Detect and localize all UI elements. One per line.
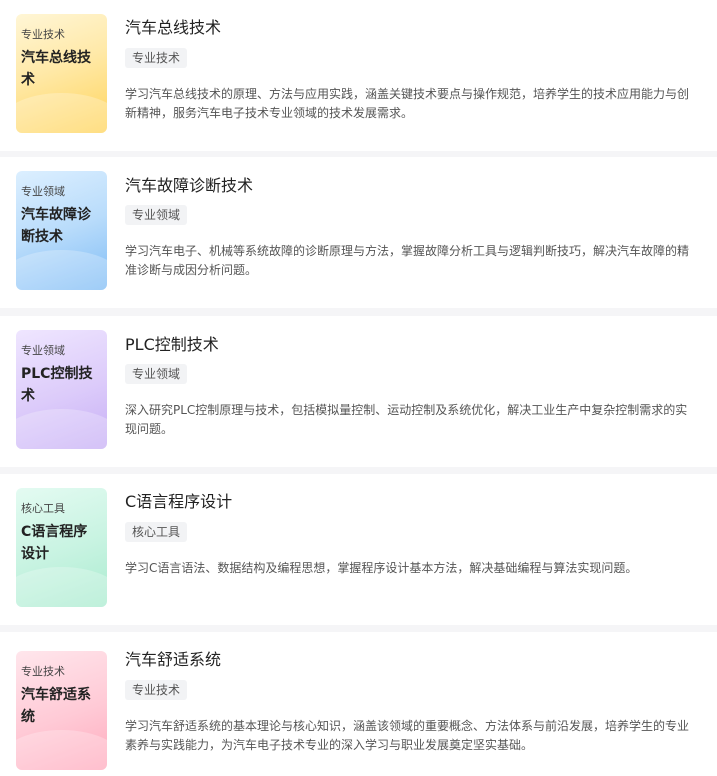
course-title[interactable]: 汽车总线技术 (125, 17, 221, 39)
category-badge: 专业技术 (125, 680, 188, 700)
category-badge: 专业领域 (125, 364, 188, 384)
course-card[interactable]: 核心工具 C语言程序设计 C语言程序设计 核心工具 学习C语言语法、数据结构及编… (0, 474, 717, 625)
course-description: 学习汽车电子、机械等系统故障的诊断原理与方法，掌握故障分析工具与逻辑判断技巧，解… (125, 244, 690, 277)
course-card[interactable]: 专业领域 PLC控制技术 PLC控制技术 专业领域 深入研究PLC控制原理与技术… (0, 316, 717, 467)
thumbnail-title: 汽车总线技术 (21, 50, 91, 88)
course-description: 学习C语言语法、数据结构及编程思想，掌握程序设计基本方法，解决基础编程与算法实现… (125, 561, 638, 575)
category-badge: 核心工具 (125, 522, 188, 542)
course-description: 深入研究PLC控制原理与技术，包括模拟量控制、运动控制及系统优化，解决工业生产中… (125, 403, 688, 436)
course-card[interactable]: 专业技术 汽车总线技术 汽车总线技术 专业技术 学习汽车总线技术的原理、方法与应… (0, 0, 717, 151)
course-card[interactable]: 专业技术 汽车舒适系统 汽车舒适系统 专业技术 学习汽车舒适系统的基本理论与核心… (0, 632, 717, 776)
thumbnail-title: 汽车舒适系统 (21, 687, 91, 725)
thumbnail-title: PLC控制技术 (21, 366, 93, 404)
course-thumbnail[interactable]: 专业领域 PLC控制技术 (16, 330, 107, 449)
course-title[interactable]: C语言程序设计 (125, 491, 232, 513)
course-list: 专业技术 汽车总线技术 汽车总线技术 专业技术 学习汽车总线技术的原理、方法与应… (0, 0, 717, 776)
thumbnail-tag: 专业技术 (21, 28, 65, 41)
category-badge: 专业技术 (125, 48, 188, 68)
course-description: 学习汽车总线技术的原理、方法与应用实践，涵盖关键技术要点与操作规范，培养学生的技… (125, 87, 690, 120)
course-thumbnail[interactable]: 专业技术 汽车舒适系统 (16, 651, 107, 770)
course-card[interactable]: 专业领域 汽车故障诊断技术 汽车故障诊断技术 专业领域 学习汽车电子、机械等系统… (0, 157, 717, 308)
course-thumbnail[interactable]: 专业技术 汽车总线技术 (16, 14, 107, 133)
thumbnail-tag: 专业领域 (21, 344, 65, 357)
thumbnail-tag: 核心工具 (21, 502, 65, 515)
course-description: 学习汽车舒适系统的基本理论与核心知识，涵盖该领域的重要概念、方法体系与前沿发展，… (125, 719, 690, 752)
course-thumbnail[interactable]: 核心工具 C语言程序设计 (16, 488, 107, 607)
thumbnail-title: C语言程序设计 (21, 524, 88, 562)
thumbnail-title: 汽车故障诊断技术 (21, 207, 91, 245)
course-thumbnail[interactable]: 专业领域 汽车故障诊断技术 (16, 171, 107, 290)
thumbnail-tag: 专业领域 (21, 185, 65, 198)
course-title[interactable]: 汽车故障诊断技术 (125, 175, 253, 197)
category-badge: 专业领域 (125, 205, 188, 225)
thumbnail-tag: 专业技术 (21, 665, 65, 678)
course-title[interactable]: PLC控制技术 (125, 334, 219, 356)
course-title[interactable]: 汽车舒适系统 (125, 649, 221, 671)
